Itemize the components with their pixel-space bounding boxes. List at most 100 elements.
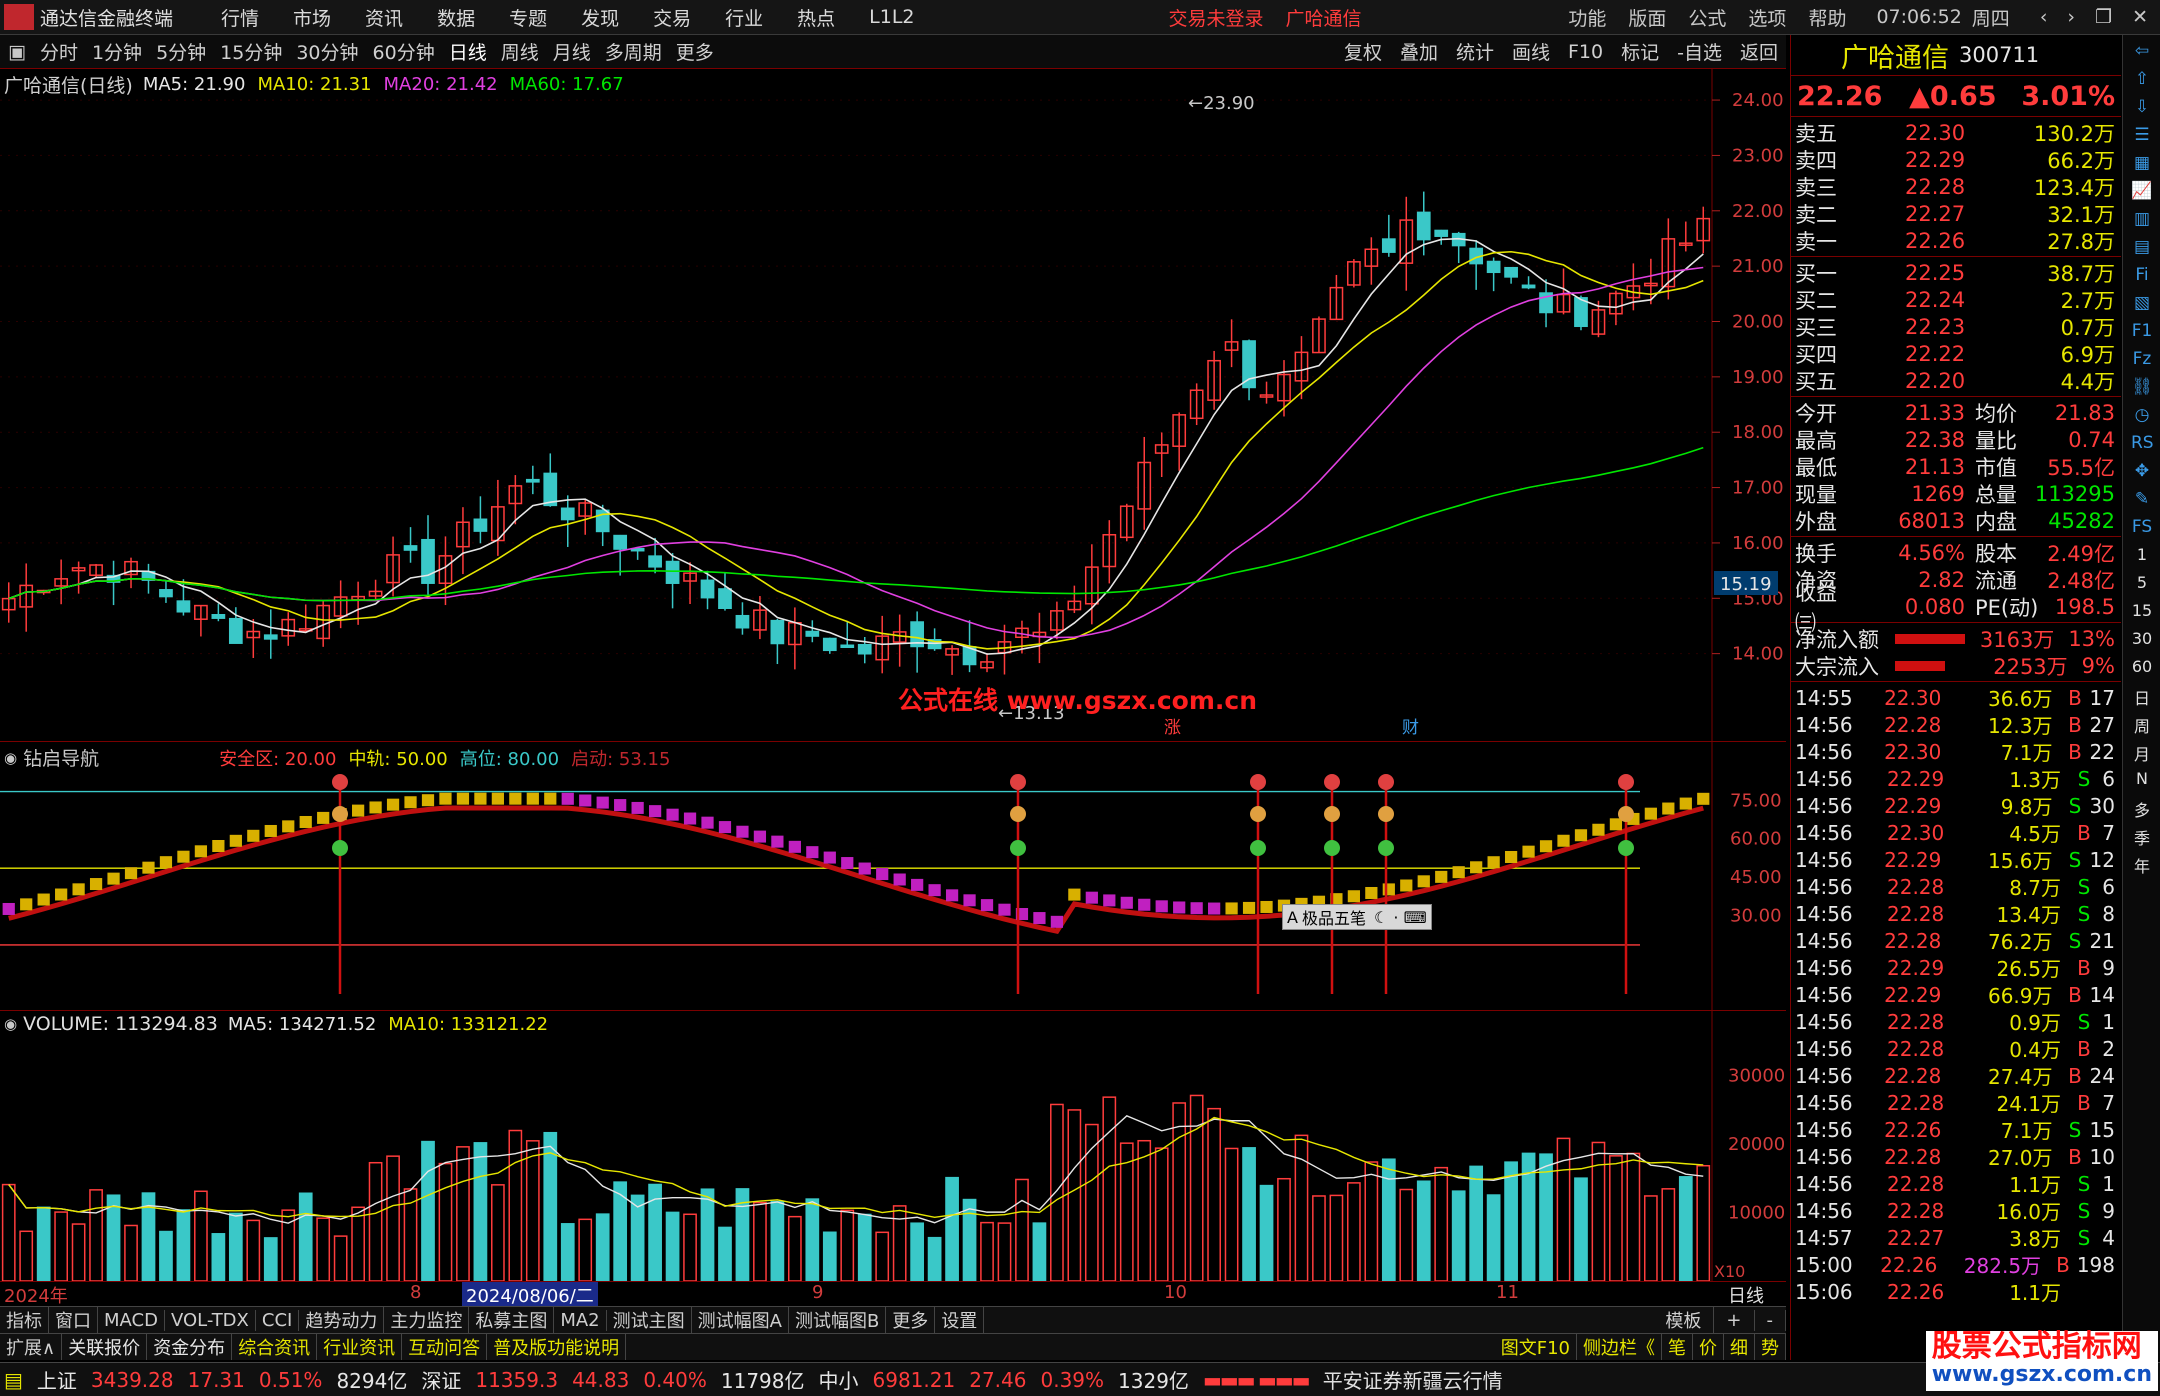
period-tab-4[interactable]: 30分钟 [296,38,358,65]
sidebar-period-21[interactable]: 30 [2131,629,2153,651]
sidebar-period-29[interactable]: 年 [2131,853,2153,876]
candlestick-chart[interactable]: 24.00 23.00 22.00 21.00 20.00 19.00 18.00 17.00… [0,69,1786,741]
sidebar-period-18[interactable]: 1 [2131,545,2153,567]
forward-icon[interactable]: › [2067,6,2075,28]
menu-item-1[interactable]: 市场 [293,4,331,31]
sidebar-bar-icon[interactable]: ▥ [2131,209,2153,231]
period-tab-8[interactable]: 月线 [553,38,591,65]
restore-icon[interactable]: ❐ [2095,6,2112,28]
right-menu-item-0[interactable]: 功能 [1568,4,1606,31]
sidebar-period-19[interactable]: 5 [2131,573,2153,595]
sidebar-fs-icon[interactable]: FS [2131,517,2153,539]
login-status[interactable]: 交易未登录 [1169,4,1264,31]
period-tab-9[interactable]: 多周期 [605,38,662,65]
toolbar-action-1[interactable]: 叠加 [1400,38,1438,65]
toolbar-action-0[interactable]: 复权 [1344,38,1382,65]
period-tab-1[interactable]: 1分钟 [92,38,142,65]
menu-item-2[interactable]: 资讯 [365,4,403,31]
tabs2-right-1[interactable]: 侧边栏《 [1577,1334,1662,1360]
sidebar-fio-icon[interactable]: Fi [2131,265,2153,287]
sidebar-chart-icon[interactable]: 📈 [2131,181,2153,203]
indicator-tab-1[interactable]: 窗口 [49,1307,98,1333]
menu-item-6[interactable]: 交易 [653,4,691,31]
sidebar-doc-icon[interactable]: ▤ [2131,237,2153,259]
sidebar-f10-icon[interactable]: F1 [2131,321,2153,343]
info-tab-5[interactable]: 互动问答 [402,1334,488,1360]
sidebar-period-26[interactable]: N [2131,769,2153,791]
indicator-tab-12[interactable]: 更多 [886,1307,936,1333]
period-tab-6[interactable]: 日线 [449,38,487,65]
sidebar-period-24[interactable]: 周 [2131,713,2153,736]
sidebar-rsi-icon[interactable]: RS [2131,433,2154,455]
period-tab-3[interactable]: 15分钟 [220,38,282,65]
info-tab-2[interactable]: 资金分布 [147,1334,233,1360]
sidebar-move-icon[interactable]: ✥ [2131,461,2153,483]
tabs2-right-4[interactable]: 细 [1724,1334,1755,1360]
indicator-tab-0[interactable]: 指标 [0,1307,49,1333]
sidebar-period-28[interactable]: 季 [2131,825,2153,848]
volume-chart[interactable]: 30000 20000 10000 X10 [0,1011,1786,1281]
sidebar-grid-icon[interactable]: ▦ [2131,153,2153,175]
toolbar-action-7[interactable]: 返回 [1740,38,1778,65]
menu-item-0[interactable]: 行情 [221,4,259,31]
indicator-tab-11[interactable]: 测试幅图B [789,1307,887,1333]
period-tab-7[interactable]: 周线 [501,38,539,65]
info-tab-0[interactable]: 扩展∧ [0,1334,63,1360]
sidebar-pen-icon[interactable]: ✎ [2131,489,2153,511]
indicator-tab-13[interactable]: 设置 [935,1307,985,1333]
period-tab-5[interactable]: 60分钟 [373,38,435,65]
indicator-tab-2[interactable]: MACD [98,1309,165,1331]
sidebar-list-icon[interactable]: ☰ [2131,125,2153,147]
toolbar-action-2[interactable]: 统计 [1456,38,1494,65]
indicator-tab-7[interactable]: 私募主图 [469,1307,555,1333]
sidebar-link-icon[interactable]: ⛓ [2131,377,2153,399]
info-tab-6[interactable]: 普及版功能说明 [487,1334,627,1360]
period-tab-10[interactable]: 更多 [676,38,714,65]
tabs2-right-0[interactable]: 图文F10 [1495,1334,1577,1360]
sidebar-period-25[interactable]: 月 [2131,741,2153,764]
toolbar-action-6[interactable]: -自选 [1677,38,1722,65]
back-icon[interactable]: ‹ [2040,6,2048,28]
ime-moon-icon[interactable]: ☾ · ⌨ [1374,908,1427,927]
period-tab-0[interactable]: 分时 [40,38,78,65]
indicator-tab-9[interactable]: 测试主图 [607,1307,692,1333]
indicator-tab-3[interactable]: VOL-TDX [165,1309,256,1331]
sidebar-period-20[interactable]: 15 [2131,601,2153,623]
toolbar-action-4[interactable]: F10 [1568,41,1603,63]
sidebar-period-23[interactable]: 日 [2131,685,2153,708]
status-menu-icon[interactable]: ▤ [4,1368,23,1392]
close-icon[interactable]: ✕ [2132,6,2148,28]
indicator-tab-10[interactable]: 测试幅图A [692,1307,789,1333]
tabs1-right-1[interactable]: + [1714,1309,1755,1331]
tabs2-right-2[interactable]: 笔 [1662,1334,1693,1360]
indicator-tab-5[interactable]: 趋势动力 [299,1307,385,1333]
menu-item-9[interactable]: L1L2 [869,6,914,28]
sidebar-up-icon[interactable]: ⇧ [2131,69,2153,91]
period-tab-2[interactable]: 5分钟 [156,38,206,65]
toolbar-menu-icon[interactable]: ▣ [8,41,26,63]
info-tab-4[interactable]: 行业资讯 [317,1334,403,1360]
menu-item-5[interactable]: 发现 [581,4,619,31]
toolbar-action-5[interactable]: 标记 [1621,38,1659,65]
indicator-tab-8[interactable]: MA2 [554,1309,607,1331]
ime-toolbar[interactable]: A 极品五笔 ☾ · ⌨ [1282,904,1432,930]
indicator-tab-6[interactable]: 主力监控 [384,1307,470,1333]
info-tab-1[interactable]: 关联报价 [62,1334,148,1360]
info-tab-3[interactable]: 综合资讯 [232,1334,318,1360]
indicator-tab-4[interactable]: CCI [256,1309,300,1331]
indicator-chart[interactable]: 75.00 60.00 45.00 30.00 [0,742,1786,1010]
sidebar-clock-icon[interactable]: ◷ [2131,405,2153,427]
tabs2-right-3[interactable]: 价 [1693,1334,1724,1360]
menu-item-7[interactable]: 行业 [725,4,763,31]
sidebar-period-22[interactable]: 60 [2131,657,2153,679]
sidebar-down-icon[interactable]: ⇩ [2131,97,2153,119]
menu-item-8[interactable]: 热点 [797,4,835,31]
sidebar-period-27[interactable]: 多 [2131,797,2153,820]
toolbar-action-3[interactable]: 画线 [1512,38,1550,65]
tabs1-right-2[interactable]: - [1755,1309,1786,1331]
right-menu-item-3[interactable]: 选项 [1748,4,1786,31]
right-menu-item-2[interactable]: 公式 [1688,4,1726,31]
tick-list[interactable]: 14:55 22.30 36.6万 B 17 14:56 22.28 12.3万 B 27 14:5… [1791,682,2121,1307]
menu-item-3[interactable]: 数据 [437,4,475,31]
sidebar-back-icon[interactable]: ⇦ [2131,41,2153,63]
